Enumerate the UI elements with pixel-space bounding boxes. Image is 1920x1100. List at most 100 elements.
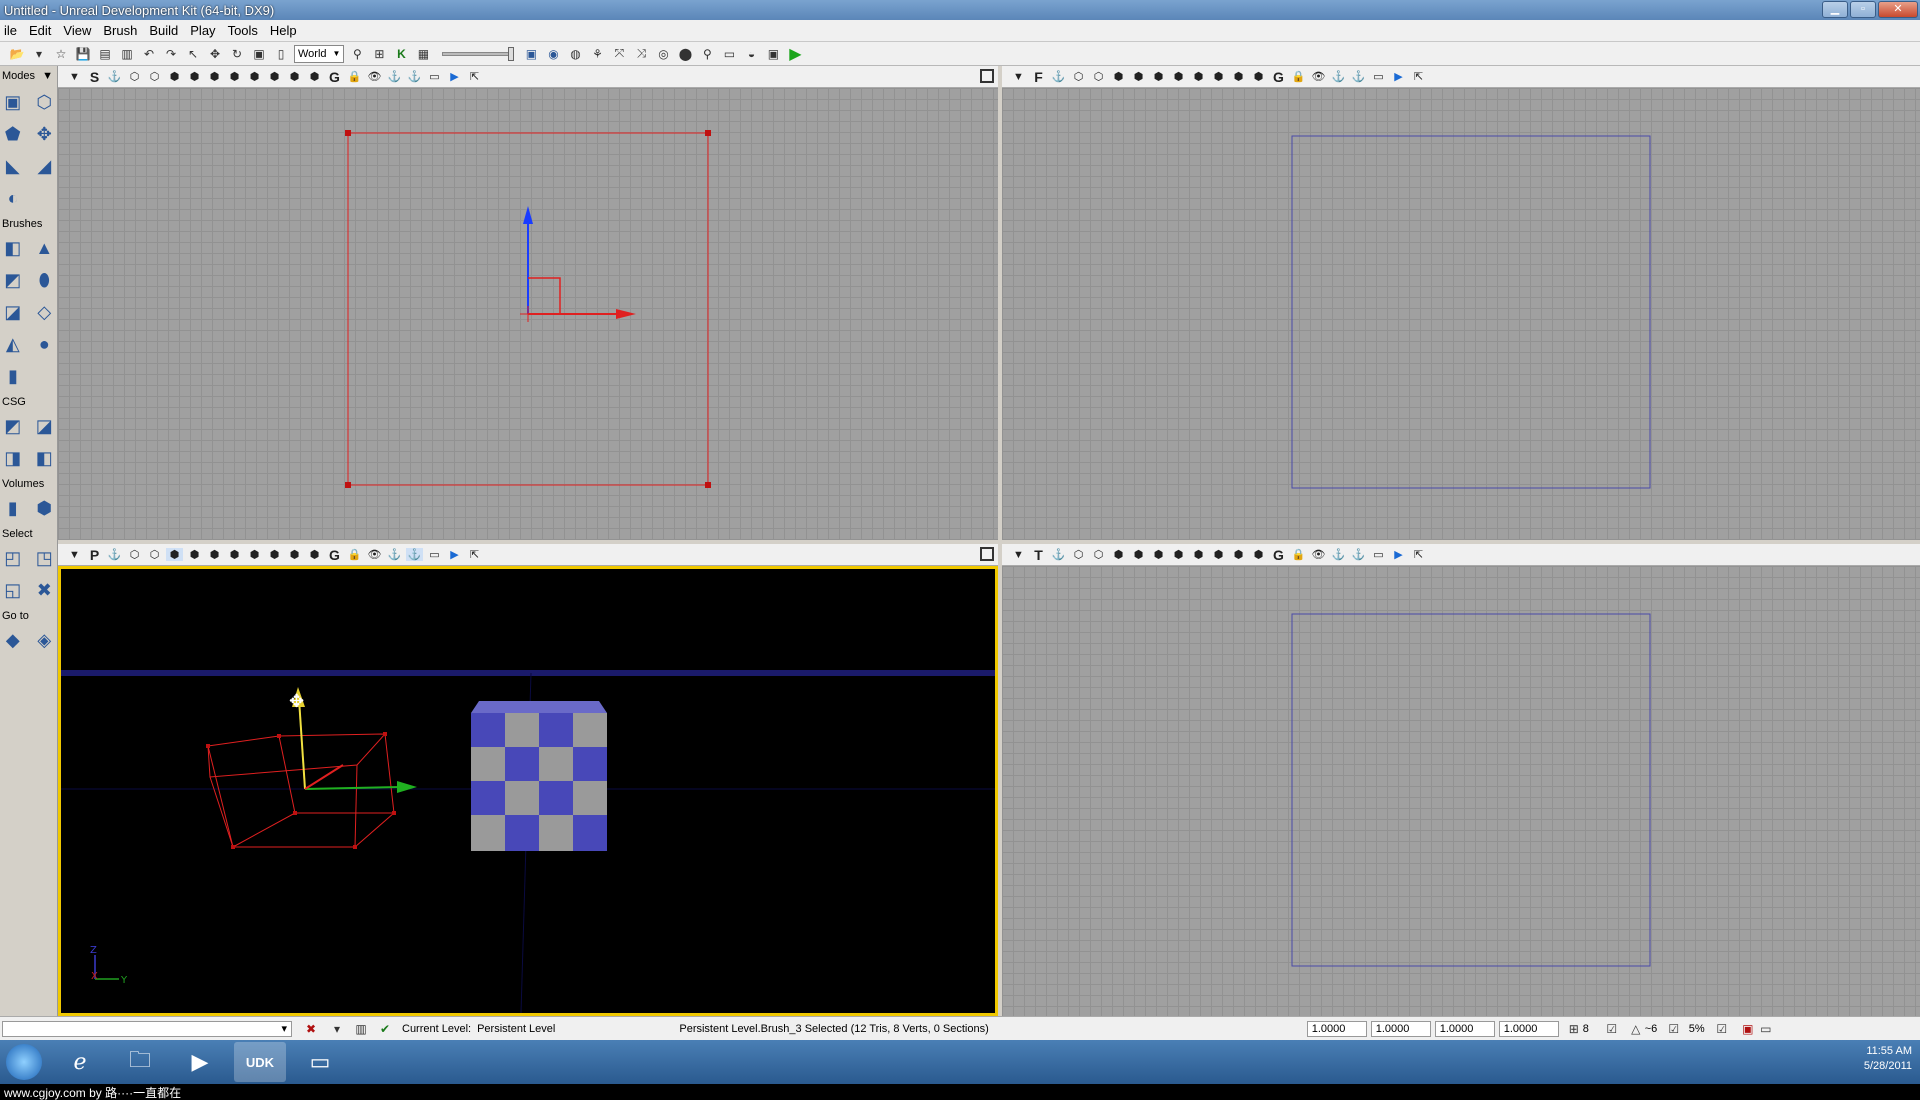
checkbox-icon[interactable]: ☑ [1713,1020,1731,1038]
linear-stair-icon[interactable]: ◪ [0,298,26,326]
brush-wireframe-icon[interactable]: ⬡ [1070,70,1087,83]
build-cover-icon[interactable]: ⤨ [632,45,650,63]
lit-icon[interactable]: ⬢ [1130,548,1147,561]
realtime-icon[interactable]: ⚓ [1350,70,1367,83]
coordinate-system-select[interactable]: World ▼ [294,44,345,63]
kismet-k-icon[interactable]: K [392,45,410,63]
game-mode-toggle[interactable]: G [1270,547,1287,563]
maximize-viewport-icon[interactable] [980,69,994,83]
drag-grid-y[interactable]: 1.0000 [1370,1020,1431,1037]
unlit-icon[interactable]: ⬢ [166,70,183,83]
unlit-icon[interactable]: ⬢ [1110,70,1127,83]
minimize-button[interactable]: ▁ [1822,1,1848,18]
realtime-icon[interactable]: ⚓ [406,548,423,561]
rotation-snap-value[interactable]: ~6 [1645,1023,1665,1035]
save-all-icon[interactable]: ▤ [96,45,114,63]
texture-density-icon[interactable]: ⬢ [1210,548,1227,561]
csg-add-icon[interactable]: ◩ [0,412,26,440]
lightmap-density-icon[interactable]: ⬢ [306,70,323,83]
play-in-viewport-icon[interactable]: ▶ [446,70,463,83]
show-all-icon[interactable]: ✖ [32,576,58,604]
build-all-icon[interactable]: ◎ [654,45,672,63]
layout-icon[interactable]: ▭ [1757,1020,1775,1038]
lightmap-density-icon[interactable]: ⬢ [1250,70,1267,83]
build-lighting-icon[interactable]: ⚘ [588,45,606,63]
close-level-icon[interactable]: ✖ [302,1020,320,1038]
slider-thumb[interactable] [508,46,515,61]
menu-play[interactable]: Play [186,23,223,38]
close-button[interactable]: ✕ [1878,1,1918,18]
sheet-brush-icon[interactable]: ◇ [32,298,58,326]
texture-density-icon[interactable]: ⬢ [266,548,283,561]
build-geometry-icon[interactable]: ◍ [566,45,584,63]
plane-handle[interactable] [528,277,561,314]
lit-icon[interactable]: ⬢ [186,548,203,561]
csg-intersect-icon[interactable]: ◨ [0,444,26,472]
stream-icon[interactable]: ⚓ [386,70,403,83]
brush-wireframe-icon[interactable]: ⬡ [126,548,143,561]
brush-vertices[interactable] [206,732,396,849]
foliage-mode-icon[interactable]: ◐ [0,184,26,212]
command-input[interactable]: ▾ [2,1020,292,1037]
save-icon[interactable]: 💾 [74,45,92,63]
flight-camera-icon[interactable]: ⇱ [1410,548,1427,561]
chevron-down-icon[interactable]: ▼ [1010,549,1027,561]
volume-list-icon[interactable]: ⬢ [32,494,58,522]
shader-complexity-icon[interactable]: ⬢ [286,548,303,561]
maximize-button[interactable]: ▫ [1850,1,1876,18]
lighting-only-icon[interactable]: ⬢ [226,70,243,83]
dropdown-arrow-icon[interactable]: ▾ [30,45,48,63]
checkbox-icon[interactable]: ☑ [1603,1020,1621,1038]
autosave-icon[interactable]: ▣ [1739,1020,1757,1038]
explorer-folder-icon[interactable]: 🗀 [114,1042,166,1082]
camera-pin-icon[interactable]: ⚓ [1050,70,1067,83]
lock-icon[interactable]: 🔒 [346,548,363,561]
cylinder-brush-icon[interactable]: ⬮ [32,266,58,294]
viewport-canvas[interactable] [1002,88,1920,540]
rotate-icon[interactable]: ↻ [228,45,246,63]
frame-icon[interactable]: ▭ [1370,548,1387,561]
volumetric-brush-icon[interactable]: ▮ [0,362,26,390]
play-icon[interactable]: ▶ [786,45,804,63]
frame-icon[interactable]: ▭ [426,548,443,561]
menu-brush[interactable]: Brush [99,23,145,38]
eye-icon[interactable]: 👁 [1310,70,1327,83]
chevron-down-icon[interactable]: ▼ [66,71,83,83]
sphere-brush-icon[interactable]: ● [32,330,58,358]
z-axis-handle[interactable] [298,698,306,790]
texture-density-icon[interactable]: ⬢ [1210,70,1227,83]
game-mode-toggle[interactable]: G [1270,69,1287,85]
eye-icon[interactable]: 👁 [366,70,383,83]
lighting-only-icon[interactable]: ⬢ [226,548,243,561]
drag-grid-scale[interactable]: 1.0000 [1498,1020,1559,1037]
curved-stair-icon[interactable]: ◩ [0,266,26,294]
shader-complexity-icon[interactable]: ⬢ [286,70,303,83]
light-complexity-icon[interactable]: ⬢ [246,70,263,83]
brush-vertex[interactable] [345,482,351,488]
flight-camera-icon[interactable]: ⇱ [466,70,483,83]
lighting-only-icon[interactable]: ⬢ [1170,70,1187,83]
goto-builder-brush-icon[interactable]: ◈ [32,626,58,654]
eye-icon[interactable]: 👁 [366,548,383,561]
lightmap-density-icon[interactable]: ⬢ [1250,548,1267,561]
brush-wireframe-icon[interactable]: ⬡ [126,70,143,83]
screen-icon[interactable]: ▭ [720,45,738,63]
camera-mode-icon[interactable]: ▣ [0,88,26,116]
brush-vertex[interactable] [705,482,711,488]
stream-icon[interactable]: ⚓ [386,548,403,561]
clock-date[interactable]: 5/28/2011 [1864,1059,1912,1074]
lock-icon[interactable]: 🔒 [1290,70,1307,83]
viewport-canvas[interactable]: ✥ Z X Y [58,566,998,1016]
level-visibility-icon[interactable]: ✔ [376,1020,394,1038]
add-volume-icon[interactable]: ▮ [0,494,26,522]
grid-size-value[interactable]: 8 [1583,1023,1603,1035]
internet-explorer-icon[interactable]: ℯ [54,1042,106,1082]
texture-align-icon[interactable]: ◣ [0,152,26,180]
geometry-mode-icon[interactable]: ⬡ [32,88,58,116]
csg-deintersect-icon[interactable]: ◧ [32,444,58,472]
viewport-type-label[interactable]: P [86,547,103,563]
lit-icon[interactable]: ⬢ [1130,70,1147,83]
console-icon[interactable]: ◒ [742,45,760,63]
frame-icon[interactable]: ▭ [426,70,443,83]
flight-camera-icon[interactable]: ⇱ [466,548,483,561]
